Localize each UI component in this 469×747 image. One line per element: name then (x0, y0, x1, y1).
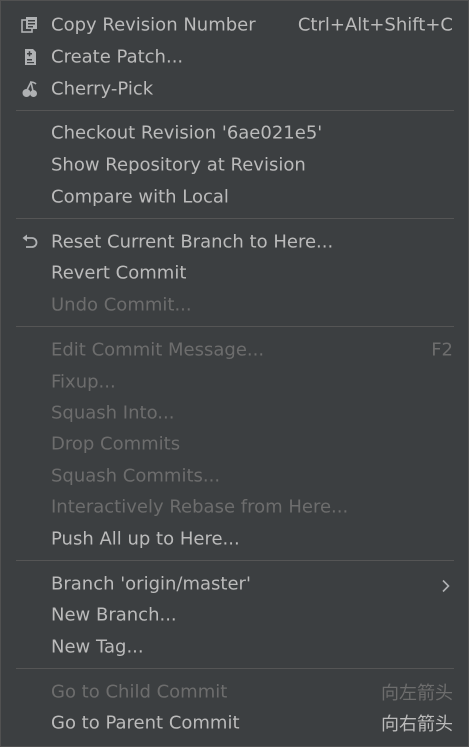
menu-item-push-all-up-to-here[interactable]: Push All up to Here... (1, 523, 468, 555)
menu-item-label: Undo Commit... (51, 294, 192, 316)
menu-item-label: Branch 'origin/master' (51, 573, 251, 595)
menu-item-label: Show Repository at Revision (51, 154, 306, 176)
menu-item-label: Checkout Revision '6ae021e5' (51, 122, 323, 144)
menu-item-undo-commit: Undo Commit... (1, 289, 468, 321)
menu-item-label: Cherry-Pick (51, 78, 154, 100)
menu-separator (16, 110, 454, 111)
menu-separator (16, 218, 454, 219)
cherry-pick-icon (21, 80, 39, 98)
menu-item-drop-commits: Drop Commits (1, 428, 468, 460)
menu-item-new-branch[interactable]: New Branch... (1, 599, 468, 631)
patch-icon (21, 48, 39, 66)
menu-item-label: Go to Parent Commit (51, 712, 240, 734)
menu-item-label: Revert Commit (51, 262, 187, 284)
menu-item-new-tag[interactable]: New Tag... (1, 631, 468, 663)
menu-item-compare-with-local[interactable]: Compare with Local (1, 181, 468, 213)
menu-item-label: Reset Current Branch to Here... (51, 231, 334, 253)
menu-item-label: Compare with Local (51, 186, 229, 208)
menu-item-go-to-parent-commit[interactable]: Go to Parent Commit 向右箭头 (1, 707, 468, 739)
menu-item-checkout-revision[interactable]: Checkout Revision '6ae021e5' (1, 117, 468, 149)
menu-item-edit-commit-message: Edit Commit Message... F2 (1, 334, 468, 366)
menu-item-show-repository[interactable]: Show Repository at Revision (1, 149, 468, 181)
menu-item-branch-origin-master[interactable]: Branch 'origin/master' (1, 568, 468, 600)
menu-item-go-to-child-commit: Go to Child Commit 向左箭头 (1, 676, 468, 708)
menu-item-label: New Branch... (51, 604, 177, 626)
menu-item-squash-into: Squash Into... (1, 397, 468, 429)
menu-item-label: Squash Commits... (51, 465, 221, 487)
shortcut-label: Ctrl+Alt+Shift+C (297, 14, 453, 36)
menu-item-interactively-rebase: Interactively Rebase from Here... (1, 491, 468, 523)
menu-item-revert-commit[interactable]: Revert Commit (1, 257, 468, 289)
chevron-right-icon (441, 577, 451, 593)
menu-item-squash-commits: Squash Commits... (1, 460, 468, 492)
menu-item-label: Drop Commits (51, 433, 181, 455)
menu-item-label: Copy Revision Number (51, 14, 256, 36)
menu-item-label: Squash Into... (51, 402, 175, 424)
copy-icon (21, 16, 39, 34)
menu-item-label: Create Patch... (51, 46, 184, 68)
context-menu: Copy Revision Number Ctrl+Alt+Shift+C Cr… (0, 0, 469, 747)
menu-item-label: New Tag... (51, 636, 144, 658)
menu-separator (16, 560, 454, 561)
menu-separator (16, 668, 454, 669)
menu-separator (16, 326, 454, 327)
menu-item-label: Go to Child Commit (51, 681, 228, 703)
menu-item-reset-current-branch[interactable]: Reset Current Branch to Here... (1, 226, 468, 258)
menu-item-create-patch[interactable]: Create Patch... (1, 41, 468, 73)
menu-item-cherry-pick[interactable]: Cherry-Pick (1, 73, 468, 105)
menu-item-label: Edit Commit Message... (51, 339, 265, 361)
menu-item-fixup: Fixup... (1, 366, 468, 398)
undo-arrow-icon (21, 233, 39, 251)
menu-item-label: Interactively Rebase from Here... (51, 496, 349, 518)
shortcut-label: 向左箭头 (381, 683, 453, 704)
menu-item-copy-revision-number[interactable]: Copy Revision Number Ctrl+Alt+Shift+C (1, 9, 468, 41)
shortcut-label: F2 (431, 339, 453, 361)
menu-item-label: Fixup... (51, 371, 116, 393)
menu-item-label: Push All up to Here... (51, 528, 240, 550)
shortcut-label: 向右箭头 (381, 714, 453, 735)
